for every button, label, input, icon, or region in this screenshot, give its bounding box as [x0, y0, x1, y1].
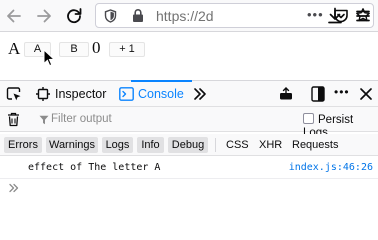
back-arrow-icon	[7, 9, 21, 23]
filter-css[interactable]: CSS	[226, 137, 249, 153]
current-letter: A	[8, 39, 21, 58]
element-picker-icon[interactable]	[6, 86, 22, 102]
filter-requests[interactable]: Requests	[292, 137, 338, 153]
trash-icon[interactable]	[7, 112, 20, 127]
forward-arrow-icon	[37, 9, 51, 23]
devtools-options-icon[interactable]: •••	[334, 85, 350, 99]
filter-divider	[215, 138, 216, 152]
hamburger-menu-icon[interactable]	[355, 8, 371, 24]
url-fade	[292, 5, 306, 26]
filter-icon	[39, 115, 49, 125]
back-button[interactable]	[4, 6, 24, 26]
close-devtools-icon[interactable]	[359, 87, 373, 101]
devtools-tab-bar: Inspector Console •••	[0, 80, 378, 107]
browser-toolbar: https://2d •••	[0, 0, 378, 32]
reload-button[interactable]	[64, 6, 84, 26]
filter-warnings[interactable]: Warnings	[46, 137, 98, 153]
shield-icon[interactable]	[104, 9, 117, 23]
forward-button[interactable]	[34, 6, 54, 26]
mouse-cursor-icon	[43, 49, 55, 67]
dock-side-icon[interactable]	[311, 86, 325, 102]
console-input[interactable]	[24, 180, 374, 200]
console-prompt-icon	[9, 183, 19, 193]
persist-logs-checkbox[interactable]	[303, 113, 314, 124]
tab-inspector[interactable]: Inspector	[55, 81, 106, 107]
download-icon[interactable]	[327, 7, 343, 25]
tab-console[interactable]: Console	[131, 80, 192, 107]
log-source-link[interactable]: index.js:46:26	[289, 157, 373, 178]
log-level-filters: Errors Warnings Logs Info Debug CSS XHR …	[0, 134, 378, 156]
console-icon	[119, 87, 134, 101]
reload-icon	[67, 8, 82, 24]
log-message: effect of The letter A	[28, 162, 161, 173]
increment-button[interactable]: + 1	[109, 42, 145, 57]
inspector-icon	[36, 87, 50, 101]
filter-output-input[interactable]: Filter output	[51, 107, 112, 131]
frame-picker-icon[interactable]	[278, 86, 294, 102]
page-content: A A B 0 + 1	[0, 38, 378, 62]
filter-info[interactable]: Info	[137, 137, 164, 153]
counter-value: 0	[92, 38, 101, 57]
letter-b-button[interactable]: B	[59, 42, 89, 57]
url-text[interactable]: https://2d	[156, 8, 214, 24]
filter-errors[interactable]: Errors	[4, 137, 42, 153]
console-log-row: effect of The letter A index.js:46:26	[0, 157, 378, 179]
lock-icon[interactable]	[131, 8, 145, 23]
filter-xhr[interactable]: XHR	[259, 137, 282, 153]
filter-logs[interactable]: Logs	[102, 137, 133, 153]
page-actions-icon[interactable]: •••	[307, 7, 324, 22]
console-filter-bar: Filter output Persist Logs	[0, 107, 378, 139]
more-tabs-chevron-icon[interactable]	[193, 88, 207, 100]
filter-debug[interactable]: Debug	[168, 137, 208, 153]
